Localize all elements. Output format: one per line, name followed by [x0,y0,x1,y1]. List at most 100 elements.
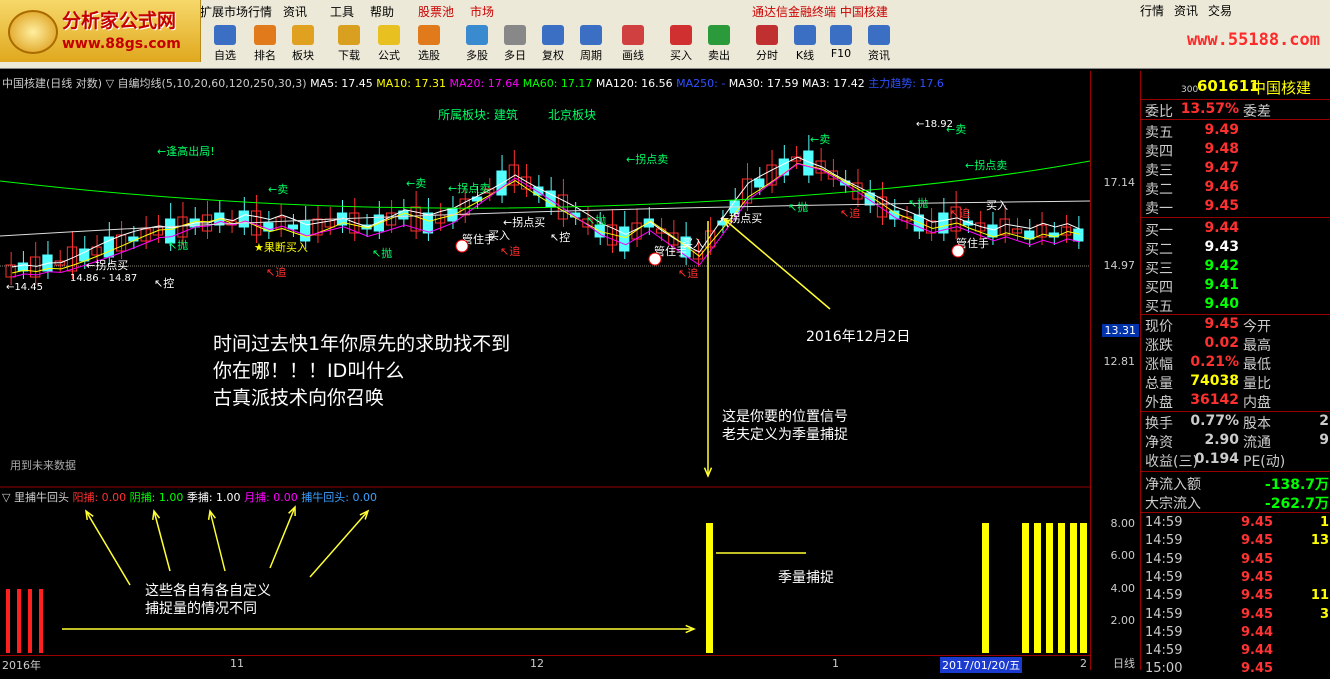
yellow-bar [1022,523,1029,653]
chart-label: 买入 [986,199,1008,212]
chart-label: ←14.45 [6,282,43,293]
plus-marker-icon [455,239,469,253]
toolbar-label-21: 资讯 [868,49,890,62]
toolbar-icon-8 [338,25,360,45]
yellow-arrow [85,510,131,586]
toolbar-label-11: 多股 [466,49,488,62]
separator [1141,411,1330,412]
toolbar-button-8[interactable]: 下载 [330,24,368,66]
candle-body [619,226,630,252]
toolbar-button-14[interactable]: 周期 [572,24,610,66]
beijing-label: 北京板块 [548,108,596,122]
stock-name: 中国核建 [1251,79,1312,97]
toolbar-button-19[interactable]: K线 [786,24,824,66]
buy-label: 买一 [1145,223,1173,239]
date-arrow [723,218,831,310]
toolbar-button-10[interactable]: 选股 [410,24,448,66]
tick-row-1: 14:59 9.45 13 [1141,533,1330,551]
toolbar-button-16[interactable]: 买入 [662,24,700,66]
candle-body [140,228,151,242]
quote-tab-1[interactable]: 资讯 [1174,4,1198,18]
toolbar-button-6[interactable]: 排名 [246,24,284,66]
kline-chart-area[interactable]: 所属板块: 建筑 北京板块 ←逢高出局! ←拐点卖 ←拐点卖 ←拐点卖 ←拐点买 ←拐点买 ←拐… [0,71,1091,670]
candle-body [1073,228,1084,242]
buy-row-2: 买三 9.42 [1141,258,1330,277]
buy-row-0: 买一 9.44 [1141,220,1330,239]
yellow-arrow [209,510,226,572]
stat-label-2: 最高 [1243,338,1271,354]
toolbar-icon-12 [504,25,526,45]
toolbar-button-18[interactable]: 分时 [748,24,786,66]
site-url[interactable]: www.55188.com [1187,30,1320,50]
chart-label: ↖抛 [586,213,606,227]
toolbar-button-12[interactable]: 多日 [496,24,534,66]
indicator-value-3: 月捕: 0.00 [244,491,302,504]
weicha-label: 委差 [1243,104,1271,120]
toolbar-button-15[interactable]: 画线 [614,24,652,66]
tick-time: 14:59 [1145,569,1183,585]
menu-item-1[interactable]: 资讯 [283,3,307,20]
menu-item-3[interactable]: 帮助 [370,3,394,20]
sell-row-2: 卖三 9.47 [1141,160,1330,179]
toolbar-label-16: 买入 [670,49,692,62]
yellow-bar [706,523,713,653]
toolbar-button-13[interactable]: 复权 [534,24,572,66]
yellow-bar [1058,523,1065,653]
quote-header: 300 601611 中国核建 [1141,77,1330,97]
weibi-label: 委比 [1145,104,1173,120]
toolbar-label-12: 多日 [504,49,526,62]
stat2-row-2: 收益(三) 0.194 PE(动) [1141,451,1330,470]
toolbar-button-11[interactable]: 多股 [458,24,496,66]
buy-row-4: 买五 9.40 [1141,296,1330,315]
price-tick-2: 13.31 [1101,324,1139,337]
date-label-3: 1 [832,657,839,670]
toolbar-button-17[interactable]: 卖出 [700,24,738,66]
stock-prefix: 300 [1181,85,1199,95]
chart-label: ←拐点卖 [626,152,668,166]
candle-body [287,224,299,230]
menu-item-4[interactable]: 股票池 [418,3,454,20]
price-tick-0: 17.14 [1103,176,1136,189]
tick-price: 9.45 [1241,588,1274,604]
menu-item-6[interactable]: 通达信金融终端 中国核建 [752,3,888,20]
stat-label-2: 内盘 [1243,395,1271,411]
toolbar-label-9: 公式 [378,49,400,62]
yellow-bar [1034,523,1041,653]
chart-label: ←逢高出局! [157,144,215,158]
tick-row-8: 15:00 9.45 [1141,661,1330,679]
date-label-4: 2017/01/20/五 [940,657,1023,673]
candle-body [238,210,249,228]
buy-label: 买二 [1145,242,1173,258]
toolbar-label-18: 分时 [756,49,778,62]
toolbar-button-5[interactable]: 自选 [206,24,244,66]
yellow-bar [1070,523,1077,653]
indicator-note-1: 这些各自有各自定义 [145,582,271,599]
quote-tab-0[interactable]: 行情 [1140,4,1164,18]
toolbar-button-21[interactable]: 资讯 [860,24,898,66]
toolbar-button-9[interactable]: 公式 [370,24,408,66]
stat-row-4: 外盘 36142 内盘 [1141,392,1330,411]
toolbar-button-7[interactable]: 板块 [284,24,322,66]
period-label[interactable]: 日线 [1113,655,1135,671]
sell-label: 卖一 [1145,201,1173,217]
future-data-note: 用到未来数据 [10,458,76,472]
toolbar-button-20[interactable]: F10 [822,24,860,66]
menu-item-2[interactable]: 工具 [330,3,354,20]
toolbar-label-8: 下载 [338,49,360,62]
tick-time: 14:59 [1145,624,1183,640]
stat2-label: 净资 [1145,435,1173,451]
quote-tab-2[interactable]: 交易 [1208,4,1232,18]
toolbar-label-10: 选股 [418,49,440,62]
menu-item-0[interactable]: 扩展市场行情 [200,3,272,20]
toolbar-label-19: K线 [795,49,815,62]
stat-value: 0.02 [1204,335,1239,351]
buy-price: 9.42 [1204,258,1239,274]
chart-label: ↖追 [950,206,970,220]
tick-row-0: 14:59 9.45 1 [1141,515,1330,533]
toolbar-icon-6 [254,25,276,45]
separator [1141,314,1330,315]
kline-svg[interactable]: 所属板块: 建筑 北京板块←逢高出局!←拐点卖 ←拐点卖←拐点卖←拐点买←拐点买 ←拐… [0,71,1091,670]
annotation-2: 你在哪！！！ID叫什么 [213,360,404,382]
weibi-value: 13.57% [1180,101,1239,117]
menu-item-5[interactable]: 市场 [470,3,494,20]
